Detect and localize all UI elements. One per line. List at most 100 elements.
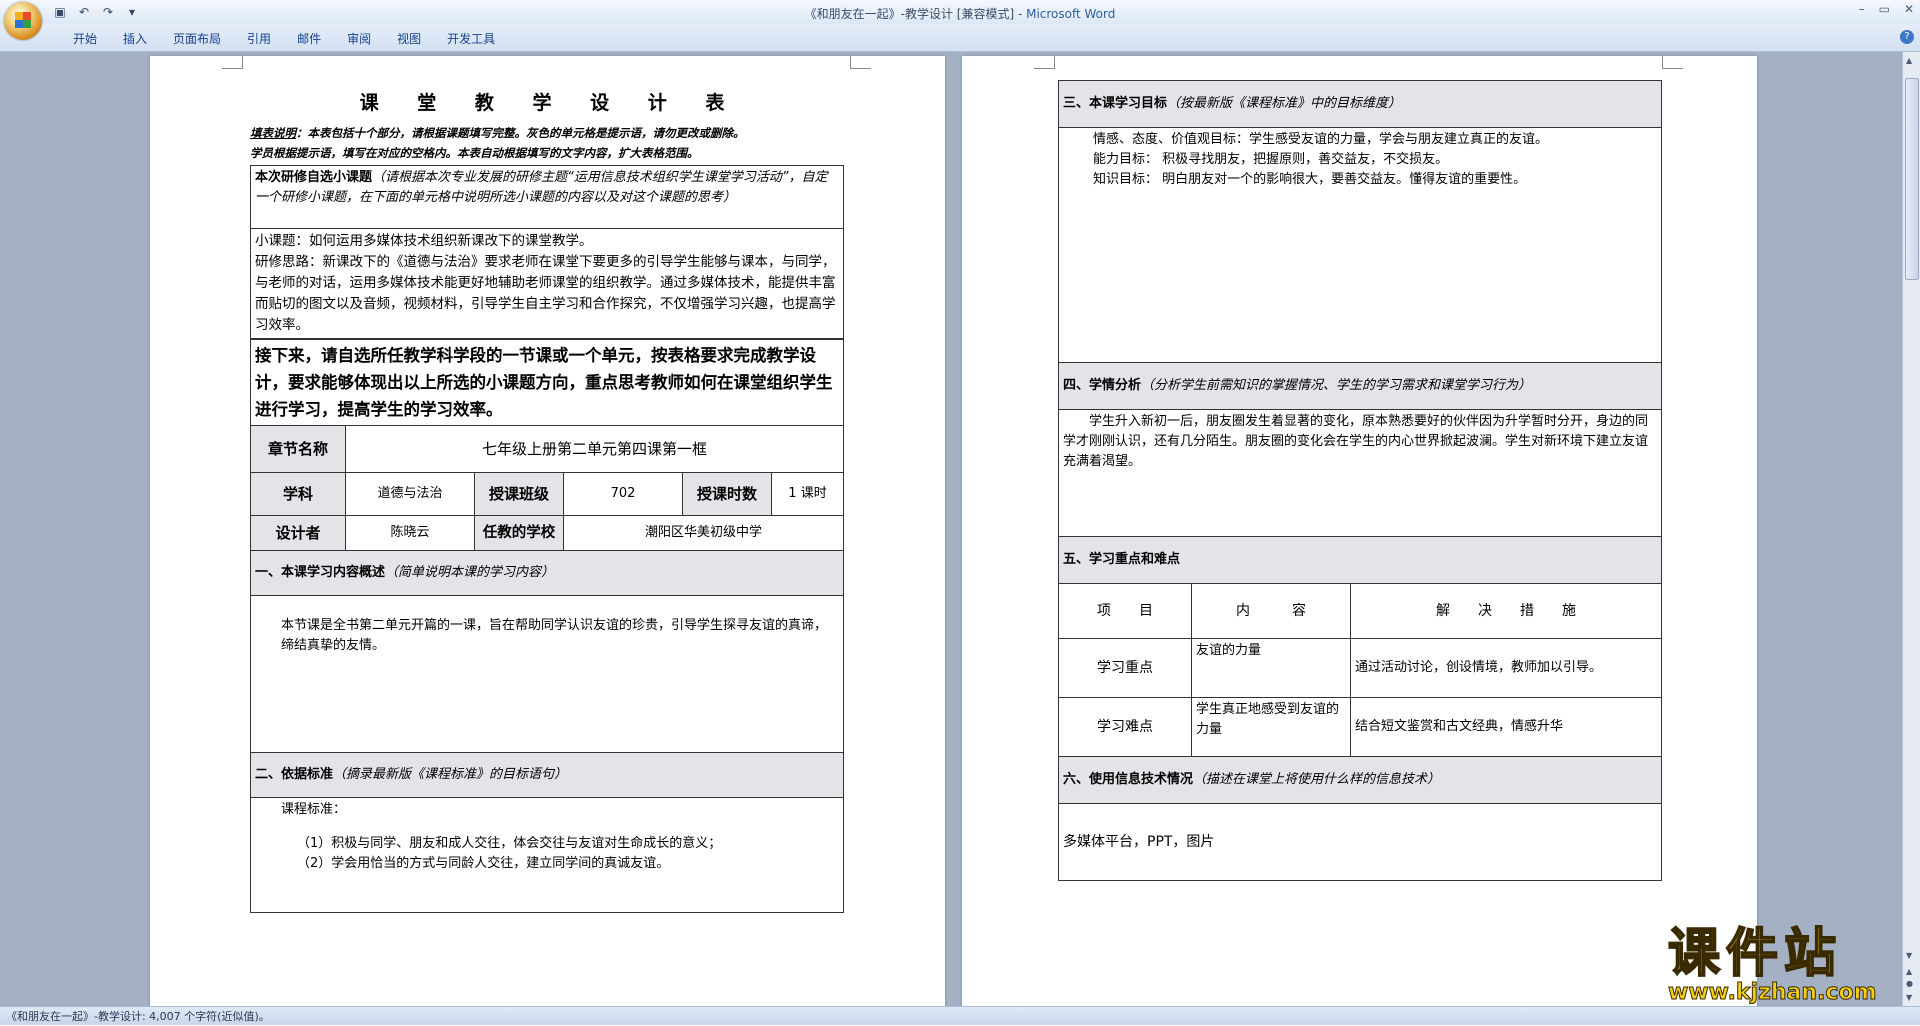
browse-object-icon[interactable]: ● [1906, 979, 1913, 988]
section3-title: 三、本课学习目标 [1063, 96, 1168, 111]
section2-item2: （2）学会用恰当的方式与同龄人交往，建立同学间的真诚友谊。 [297, 856, 670, 871]
key-point-measure[interactable]: 通过活动讨论，创设情境，教师加以引导。 [1350, 638, 1662, 698]
window-controls: – ▭ ✕ [1859, 2, 1914, 16]
design-table: 接下来，请自选所任教学科学段的一节课或一个单元，按表格要求完成教学设计，要求能够… [250, 339, 844, 913]
tab-references[interactable]: 引用 [234, 30, 284, 47]
difficulty-label: 学习难点 [1058, 697, 1192, 757]
topic-table: 本次研修自选小课题（请根据本次专业发展的研修主题“运用信息技术组织学生课堂学习活… [250, 165, 844, 339]
difficulty-content[interactable]: 学生真正地感受到友谊的力量 [1191, 697, 1351, 757]
subject-value[interactable]: 道德与法治 [345, 472, 475, 516]
school-label: 任教的学校 [474, 515, 564, 551]
topic-title: 本次研修自选小课题 [255, 170, 373, 185]
section4-body-cell[interactable]: 学生升入新初一后，朋友圈发生着显著的变化，原本熟悉要好的伙伴因为升学暂时分开，身… [1058, 409, 1662, 537]
objectives-table: 三、本课学习目标（按最新版《课程标准》中的目标维度） 情感、态度、价值观目标：学… [1058, 80, 1662, 881]
topic-line1: 小课题：如何运用多媒体技术组织新课改下的课堂教学。 [255, 233, 593, 249]
page-heading: 课 堂 教 学 设 计 表 [250, 88, 850, 115]
tab-insert[interactable]: 插入 [110, 30, 160, 47]
section1-body: 本节课是全书第二单元开篇的一课，旨在帮助同学认识友谊的珍贵，引导学生探寻友谊的真… [281, 618, 828, 653]
page-2: 三、本课学习目标（按最新版《课程标准》中的目标维度） 情感、态度、价值观目标：学… [962, 56, 1757, 1006]
section2-body-cell[interactable]: 课程标准： （1）积极与同学、朋友和成人交往，体会交往与友谊对生命成长的意义； … [250, 797, 844, 913]
section4-body: 学生升入新初一后，朋友圈发生着显著的变化，原本熟悉要好的伙伴因为升学暂时分开，身… [1063, 414, 1649, 469]
col-item-header: 项 目 [1058, 583, 1192, 639]
section3-hint: （按最新版《课程标准》中的目标维度） [1167, 96, 1402, 111]
goal-knowledge: 知识目标： 明白朋友对一个的影响很大，要善交益友。懂得友谊的重要性。 [1093, 172, 1527, 187]
designer-label: 设计者 [250, 515, 346, 551]
status-text: 《和朋友在一起》-教学设计: 4,007 个字符(近似值)。 [6, 1010, 270, 1023]
watermark-brand: 课件站 [1667, 924, 1843, 984]
section2-header: 二、依据标准（摘录最新版《课程标准》的目标语句） [250, 752, 844, 798]
vertical-scrollbar[interactable]: ▲ ▼ ▲ ● ▼ [1902, 52, 1920, 1006]
crop-mark [1662, 56, 1683, 69]
chapter-label: 章节名称 [250, 425, 346, 473]
section6-header: 六、使用信息技术情况（描述在课堂上将使用什么样的信息技术） [1058, 756, 1662, 804]
section6-body: 多媒体平台，PPT，图片 [1063, 834, 1215, 850]
minimize-icon[interactable]: – [1859, 2, 1865, 16]
fill-note-line1: ：本表包括十个部分，请根据课题填写完整。灰色的单元格是提示语，请勿更改或删除。 [296, 126, 745, 140]
tab-developer[interactable]: 开发工具 [434, 30, 508, 47]
close-icon[interactable]: ✕ [1904, 2, 1914, 16]
difficulty-measure[interactable]: 结合短文鉴赏和古文经典，情感升华 [1350, 697, 1662, 757]
instruction-cell[interactable]: 接下来，请自选所任教学科学段的一节课或一个单元，按表格要求完成教学设计，要求能够… [250, 339, 844, 426]
section6-title: 六、使用信息技术情况 [1063, 772, 1194, 787]
section4-header: 四、学情分析（分析学生前需知识的掌握情况、学生的学习需求和课堂学习行为） [1058, 362, 1662, 410]
section1-title: 一、本课学习内容概述 [255, 565, 386, 580]
office-logo-icon [15, 12, 31, 28]
section4-title: 四、学情分析 [1063, 378, 1142, 393]
instruction-text: 接下来，请自选所任教学科学段的一节课或一个单元，按表格要求完成教学设计，要求能够… [255, 346, 833, 419]
school-value[interactable]: 潮阳区华美初级中学 [563, 515, 844, 551]
watermark-logo: 课件站 www.kjzhan.com [1667, 924, 1902, 1006]
tab-mailings[interactable]: 邮件 [284, 30, 334, 47]
window-title: 《和朋友在一起》-教学设计 [兼容模式] - Microsoft Word [0, 5, 1920, 22]
section2-hint: （摘录最新版《课程标准》的目标语句） [333, 767, 568, 782]
tab-home[interactable]: 开始 [60, 30, 110, 47]
section5-title: 五、学习重点和难点 [1063, 552, 1181, 567]
section2-item1: （1）积极与同学、朋友和成人交往，体会交往与友谊对生命成长的意义； [297, 836, 722, 851]
col-measure-header: 解 决 措 施 [1350, 583, 1662, 639]
app-name: Microsoft Word [1026, 7, 1116, 21]
document-title: 《和朋友在一起》-教学设计 [兼容模式] - [804, 7, 1027, 21]
maximize-icon[interactable]: ▭ [1879, 2, 1890, 16]
scroll-down-icon[interactable]: ▼ [1906, 951, 1912, 960]
class-label: 授课班级 [474, 472, 564, 516]
hours-value[interactable]: 1 课时 [771, 472, 844, 516]
topic-line2: 研修思路：新课改下的《道德与法治》要求老师在课堂下要更多的引导学生能够与课本，与… [255, 254, 836, 333]
topic-header-cell[interactable]: 本次研修自选小课题（请根据本次专业发展的研修主题“运用信息技术组织学生课堂学习活… [250, 165, 844, 229]
hours-label: 授课时数 [682, 472, 772, 516]
fill-note-line2: 学员根据提示语，填写在对应的空格内。本表自动根据填写的文字内容，扩大表格范围。 [250, 146, 699, 160]
help-icon[interactable]: ? [1900, 30, 1914, 44]
fill-instructions: 填表说明：本表包括十个部分，请根据课题填写完整。灰色的单元格是提示语，请勿更改或… [250, 123, 850, 163]
tab-view[interactable]: 视图 [384, 30, 434, 47]
section1-body-cell[interactable]: 本节课是全书第二单元开篇的一课，旨在帮助同学认识友谊的珍贵，引导学生探寻友谊的真… [250, 595, 844, 753]
goal-emotion: 情感、态度、价值观目标：学生感受友谊的力量，学会与朋友建立真正的友谊。 [1093, 132, 1549, 147]
col-content-header: 内 容 [1191, 583, 1351, 639]
chapter-value[interactable]: 七年级上册第二单元第四课第一框 [345, 425, 844, 473]
crop-mark [850, 56, 871, 69]
ribbon: 开始 插入 页面布局 引用 邮件 审阅 视图 开发工具 ? [0, 24, 1920, 52]
section1-header: 一、本课学习内容概述（简单说明本课的学习内容） [250, 550, 844, 596]
page2-content: 三、本课学习目标（按最新版《课程标准》中的目标维度） 情感、态度、价值观目标：学… [1058, 80, 1662, 881]
title-bar: ▣ ↶ ↷ ▾ 《和朋友在一起》-教学设计 [兼容模式] - Microsoft… [0, 0, 1920, 24]
scrollbar-thumb[interactable] [1905, 78, 1919, 280]
designer-value[interactable]: 陈晓云 [345, 515, 475, 551]
previous-page-icon[interactable]: ▲ [1906, 967, 1912, 976]
crop-mark [1034, 56, 1055, 69]
scroll-up-icon[interactable]: ▲ [1906, 56, 1912, 65]
topic-body-cell[interactable]: 小课题：如何运用多媒体技术组织新课改下的课堂教学。 研修思路：新课改下的《道德与… [250, 228, 844, 339]
section6-hint: （描述在课堂上将使用什么样的信息技术） [1193, 772, 1441, 787]
subject-label: 学科 [250, 472, 346, 516]
key-point-content[interactable]: 友谊的力量 [1191, 638, 1351, 698]
document-workspace: 课 堂 教 学 设 计 表 填表说明：本表包括十个部分，请根据课题填写完整。灰色… [0, 52, 1903, 1006]
goal-ability: 能力目标： 积极寻找朋友，把握原则，善交益友，不交损友。 [1093, 152, 1449, 167]
section3-body-cell[interactable]: 情感、态度、价值观目标：学生感受友谊的力量，学会与朋友建立真正的友谊。 能力目标… [1058, 127, 1662, 363]
page-1: 课 堂 教 学 设 计 表 填表说明：本表包括十个部分，请根据课题填写完整。灰色… [150, 56, 945, 1006]
section4-hint: （分析学生前需知识的掌握情况、学生的学习需求和课堂学习行为） [1141, 378, 1532, 393]
next-page-icon[interactable]: ▼ [1906, 993, 1912, 1002]
section2-label: 课程标准： [281, 802, 347, 817]
tab-review[interactable]: 审阅 [334, 30, 384, 47]
section6-body-cell[interactable]: 多媒体平台，PPT，图片 [1058, 803, 1662, 881]
tab-page-layout[interactable]: 页面布局 [160, 30, 234, 47]
fill-note-label: 填表说明 [250, 126, 296, 140]
office-button[interactable] [4, 2, 42, 40]
page1-content: 课 堂 教 学 设 计 表 填表说明：本表包括十个部分，请根据课题填写完整。灰色… [250, 88, 850, 913]
class-value[interactable]: 702 [563, 472, 683, 516]
